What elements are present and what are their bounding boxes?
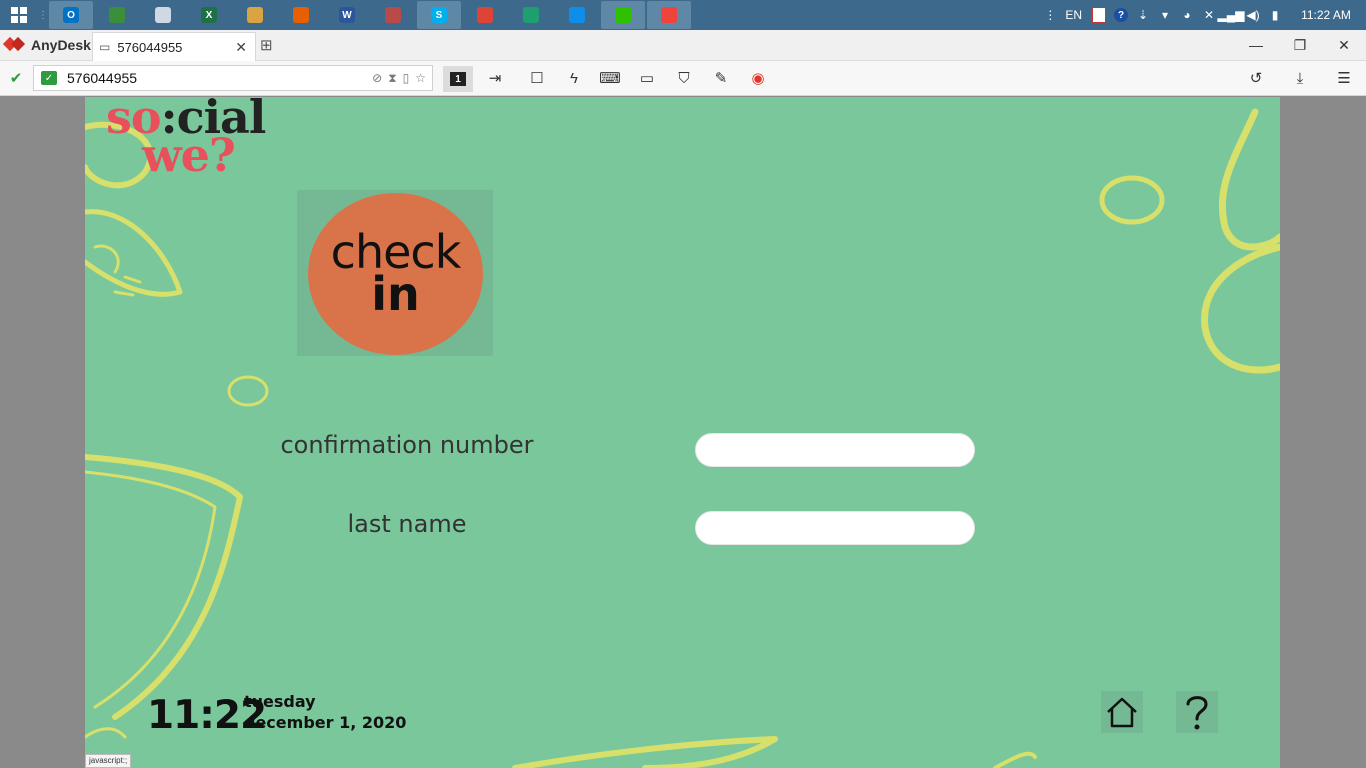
mouse-icon[interactable]: ▯ xyxy=(403,71,410,86)
skype-icon: S xyxy=(431,7,447,23)
monitor-number: 1 xyxy=(450,72,466,86)
address-bar[interactable]: ✓ 576044955 ⊘ ⧗ ▯ ☆ xyxy=(33,65,433,91)
taskbar-app-teamviewer[interactable] xyxy=(555,1,599,29)
keyboard-icon[interactable]: ⌨ xyxy=(598,66,622,90)
wechat-icon[interactable]: ◕ xyxy=(1176,0,1198,30)
taskbar-app-app-red[interactable] xyxy=(371,1,415,29)
anydesk-toolbar: ✔ ✓ 576044955 ⊘ ⧗ ▯ ☆ 1 ⇥ ☐ ϟ ⌨ ▭ ⛉ ✎ ◉ … xyxy=(0,61,1366,96)
taskbar-app-chrome[interactable] xyxy=(463,1,507,29)
history-icon[interactable]: ↺ xyxy=(1244,66,1268,90)
permissions-icon[interactable]: ⛉ xyxy=(672,66,696,90)
battery-icon[interactable]: ▮ xyxy=(1264,0,1286,30)
help-icon[interactable]: ? xyxy=(1110,0,1132,30)
remote-screen[interactable]: so:cial we? check in confirmation number… xyxy=(85,97,1280,768)
file-transfer-icon[interactable]: ⇥ xyxy=(483,66,507,90)
windows-taskbar: ⋮ O X W S ⋮ EN ? ⇣ ▾ ◕ ✕ ▂▄▆ ◀) ▮ 11:22 AM xyxy=(0,0,1366,30)
menu-icon[interactable]: ☰ xyxy=(1332,66,1356,90)
close-tab-icon[interactable]: ✕ xyxy=(235,39,247,56)
date-block: tuesday december 1, 2020 xyxy=(244,691,406,733)
grip-icon: ⋮ xyxy=(1044,8,1057,22)
actions-icon[interactable]: ϟ xyxy=(562,66,586,90)
restore-button[interactable]: ❐ xyxy=(1278,30,1322,60)
taskbar-clock[interactable]: 11:22 AM xyxy=(1286,8,1366,22)
anydesk-titlebar: AnyDesk ▭ 576044955 ✕ ⊞ — ❐ ✕ xyxy=(0,30,1366,61)
monitor-icon: ▭ xyxy=(99,40,111,54)
anydesk-logo-icon xyxy=(2,35,26,55)
shield-icon xyxy=(523,7,539,23)
app-green-icon xyxy=(109,7,125,23)
home-icon xyxy=(1107,697,1137,728)
download-icon[interactable]: ⤓ xyxy=(1288,66,1312,90)
confirmation-number-input[interactable] xyxy=(695,433,975,467)
system-tray: ⋮ EN ? ⇣ ▾ ◕ ✕ ▂▄▆ ◀) ▮ 11:22 AM xyxy=(1039,0,1366,30)
connection-status-icon[interactable]: ✔ xyxy=(4,66,28,90)
taskbar-apps: ⋮ O X W S xyxy=(0,0,692,30)
checkin-circle: check in xyxy=(308,193,483,355)
chat-icon[interactable]: ☐ xyxy=(525,66,549,90)
word-icon: W xyxy=(339,7,355,23)
display-icon[interactable]: ▭ xyxy=(635,66,659,90)
taskbar-app-calculator[interactable] xyxy=(141,1,185,29)
anydesk-icon xyxy=(661,7,677,23)
windows-start-icon[interactable] xyxy=(0,0,38,30)
volume-icon[interactable]: ◀) xyxy=(1242,0,1264,30)
pdf-icon[interactable] xyxy=(1088,0,1110,30)
session-tab[interactable]: ▭ 576044955 ✕ xyxy=(92,32,256,61)
teamviewer-icon xyxy=(569,7,585,23)
taskbar-app-firefox[interactable] xyxy=(279,1,323,29)
outlook-icon: O xyxy=(63,7,79,23)
checkin-line1: check xyxy=(330,225,462,279)
excel-icon: X xyxy=(201,7,217,23)
taskbar-app-app-yellow[interactable] xyxy=(233,1,277,29)
wechat-icon xyxy=(615,7,631,23)
close-window-button[interactable]: ✕ xyxy=(1322,30,1366,60)
verified-icon: ✓ xyxy=(41,71,57,85)
confirmation-number-label: confirmation number xyxy=(280,431,534,459)
app-red-icon xyxy=(385,7,401,23)
minimize-button[interactable]: — xyxy=(1234,30,1278,60)
anydesk-brand-label: AnyDesk xyxy=(31,37,91,53)
chrome-icon xyxy=(477,7,493,23)
last-name-input[interactable] xyxy=(695,511,975,545)
taskbar-app-outlook[interactable]: O xyxy=(49,1,93,29)
date-label: december 1, 2020 xyxy=(244,713,407,732)
calculator-icon xyxy=(155,7,171,23)
taskbar-app-skype[interactable]: S xyxy=(417,1,461,29)
usb-icon[interactable]: ⇣ xyxy=(1132,0,1154,30)
monitor-select-button[interactable]: 1 xyxy=(443,66,473,92)
address-value: 576044955 xyxy=(67,70,138,86)
checkin-line2: in xyxy=(371,267,420,321)
chevron-up-icon[interactable]: ▾ xyxy=(1154,0,1176,30)
social-we-logo: so:cial we? xyxy=(106,97,266,178)
doodle-background xyxy=(85,108,1280,768)
home-button[interactable] xyxy=(1101,691,1143,733)
checkin-badge: check in xyxy=(297,190,493,356)
language-indicator[interactable]: EN xyxy=(1065,8,1082,22)
weekday-label: tuesday xyxy=(244,692,316,711)
taskbar-app-app-green[interactable] xyxy=(95,1,139,29)
record-icon[interactable]: ◉ xyxy=(746,66,770,90)
new-tab-icon[interactable]: ⊞ xyxy=(260,36,273,54)
address-bar-icons: ⊘ ⧗ ▯ ☆ xyxy=(372,71,426,86)
whiteboard-icon[interactable]: ✎ xyxy=(709,66,733,90)
firefox-icon xyxy=(293,7,309,23)
grip-icon: ⋮ xyxy=(38,9,48,21)
session-tab-title: 576044955 xyxy=(117,39,183,55)
signal-icon[interactable]: ▂▄▆ xyxy=(1218,0,1245,30)
status-tooltip: javascript:; xyxy=(85,754,132,768)
taskbar-app-word[interactable]: W xyxy=(325,1,369,29)
question-mark-icon xyxy=(1186,696,1208,730)
last-name-label: last name xyxy=(347,510,467,538)
app-yellow-icon xyxy=(247,7,263,23)
star-icon[interactable]: ☆ xyxy=(415,71,426,86)
anydesk-brand[interactable]: AnyDesk xyxy=(2,35,91,55)
taskbar-app-excel[interactable]: X xyxy=(187,1,231,29)
help-button[interactable] xyxy=(1176,691,1218,733)
taskbar-app-wechat[interactable] xyxy=(601,1,645,29)
taskbar-app-shield[interactable] xyxy=(509,1,553,29)
hourglass-icon[interactable]: ⧗ xyxy=(388,71,396,86)
image-off-icon[interactable]: ⊘ xyxy=(372,71,382,86)
taskbar-app-anydesk[interactable] xyxy=(647,1,691,29)
